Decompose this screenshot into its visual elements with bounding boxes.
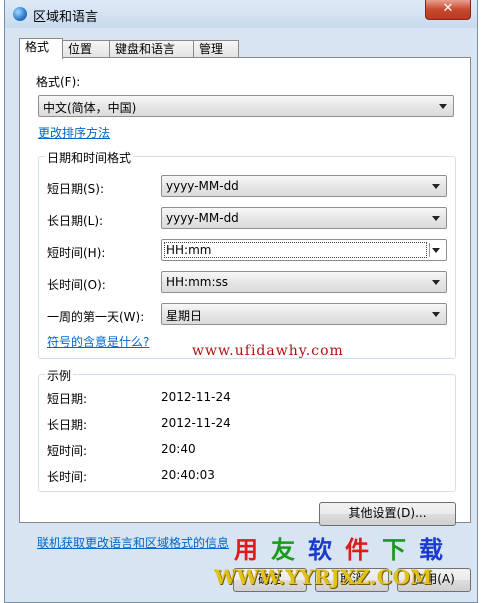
globe-icon	[13, 7, 27, 21]
close-button[interactable]: ✕	[425, 0, 471, 20]
online-info-link[interactable]: 联机获取更改语言和区域格式的信息	[37, 534, 229, 551]
chevron-down-icon	[439, 104, 447, 109]
long-time-select[interactable]: HH:mm:ss	[161, 271, 447, 293]
watermark-char: 友	[271, 536, 295, 564]
window-title: 区域和语言	[33, 10, 99, 25]
examples-group-title: 示例	[45, 367, 74, 384]
example-label: 短日期:	[47, 392, 88, 406]
long-time-label: 长时间(O):	[47, 278, 106, 292]
formats-panel: 格式(F): 中文(简体，中国) 更改排序方法 日期和时间格式 短日期(S): …	[19, 57, 471, 526]
watermark-char: 软	[308, 536, 332, 564]
tab-location[interactable]: 位置	[62, 40, 110, 58]
watermark-char: 用	[234, 536, 258, 564]
dropdown-separator	[429, 243, 430, 257]
short-time-select[interactable]: HH:mm	[161, 239, 447, 261]
chevron-down-icon	[432, 280, 440, 285]
example-label: 短时间:	[47, 444, 88, 458]
first-day-label: 一周的第一天(W):	[47, 310, 145, 324]
title-bar[interactable]: 区域和语言 ✕	[5, 0, 477, 28]
short-time-label: 短时间(H):	[47, 246, 106, 260]
chevron-down-icon	[432, 184, 440, 189]
format-select[interactable]: 中文(简体，中国)	[38, 95, 454, 117]
tab-administrative[interactable]: 管理	[193, 40, 239, 58]
change-sort-link[interactable]: 更改排序方法	[38, 124, 110, 141]
long-date-select[interactable]: yyyy-MM-dd	[161, 207, 447, 229]
watermark-char: 载	[419, 536, 443, 564]
short-date-label: 短日期(S):	[47, 182, 105, 196]
datetime-group-title: 日期和时间格式	[45, 149, 134, 166]
short-date-select[interactable]: yyyy-MM-dd	[161, 175, 447, 197]
format-label: 格式(F):	[36, 75, 81, 89]
watermark-url: www.ufidawhy.com	[192, 343, 344, 359]
watermark-char: 件	[345, 536, 369, 564]
watermark-brand: 用友软件下载	[234, 530, 456, 565]
chevron-down-icon	[432, 248, 440, 253]
example-value: 2012-11-24	[161, 416, 231, 430]
datetime-group: 日期和时间格式 短日期(S): yyyy-MM-dd 长日期(L): yyyy-…	[38, 149, 456, 359]
first-day-value: 星期日	[166, 309, 203, 323]
long-time-value: HH:mm:ss	[166, 275, 229, 289]
tab-formats[interactable]: 格式	[19, 38, 63, 59]
example-label: 长时间:	[47, 470, 88, 484]
short-time-value: HH:mm	[166, 243, 212, 257]
examples-group: 示例 短日期: 2012-11-24 长日期: 2012-11-24 短时间: …	[38, 367, 456, 492]
long-date-label: 长日期(L):	[47, 214, 104, 228]
example-value: 20:40	[161, 442, 196, 456]
chevron-down-icon	[432, 216, 440, 221]
other-settings-button[interactable]: 其他设置(D)...	[319, 502, 456, 526]
example-label: 长日期:	[47, 418, 88, 432]
tab-keyboards-languages[interactable]: 键盘和语言	[109, 40, 194, 58]
first-day-select[interactable]: 星期日	[161, 303, 447, 325]
chevron-down-icon	[432, 312, 440, 317]
symbols-meaning-link[interactable]: 符号的含意是什么?	[47, 333, 149, 350]
example-value: 2012-11-24	[161, 390, 231, 404]
watermark-char: 下	[382, 536, 406, 564]
watermark-site: WWW.YYRJXZ.COM	[214, 565, 433, 589]
format-value: 中文(简体，中国)	[43, 101, 137, 115]
example-value: 20:40:03	[161, 468, 215, 482]
long-date-value: yyyy-MM-dd	[166, 211, 239, 225]
region-language-dialog: 区域和语言 ✕ 格式 位置 键盘和语言 管理 格式(F): 中文(简体，中国) …	[4, 0, 478, 603]
short-date-value: yyyy-MM-dd	[166, 179, 239, 193]
